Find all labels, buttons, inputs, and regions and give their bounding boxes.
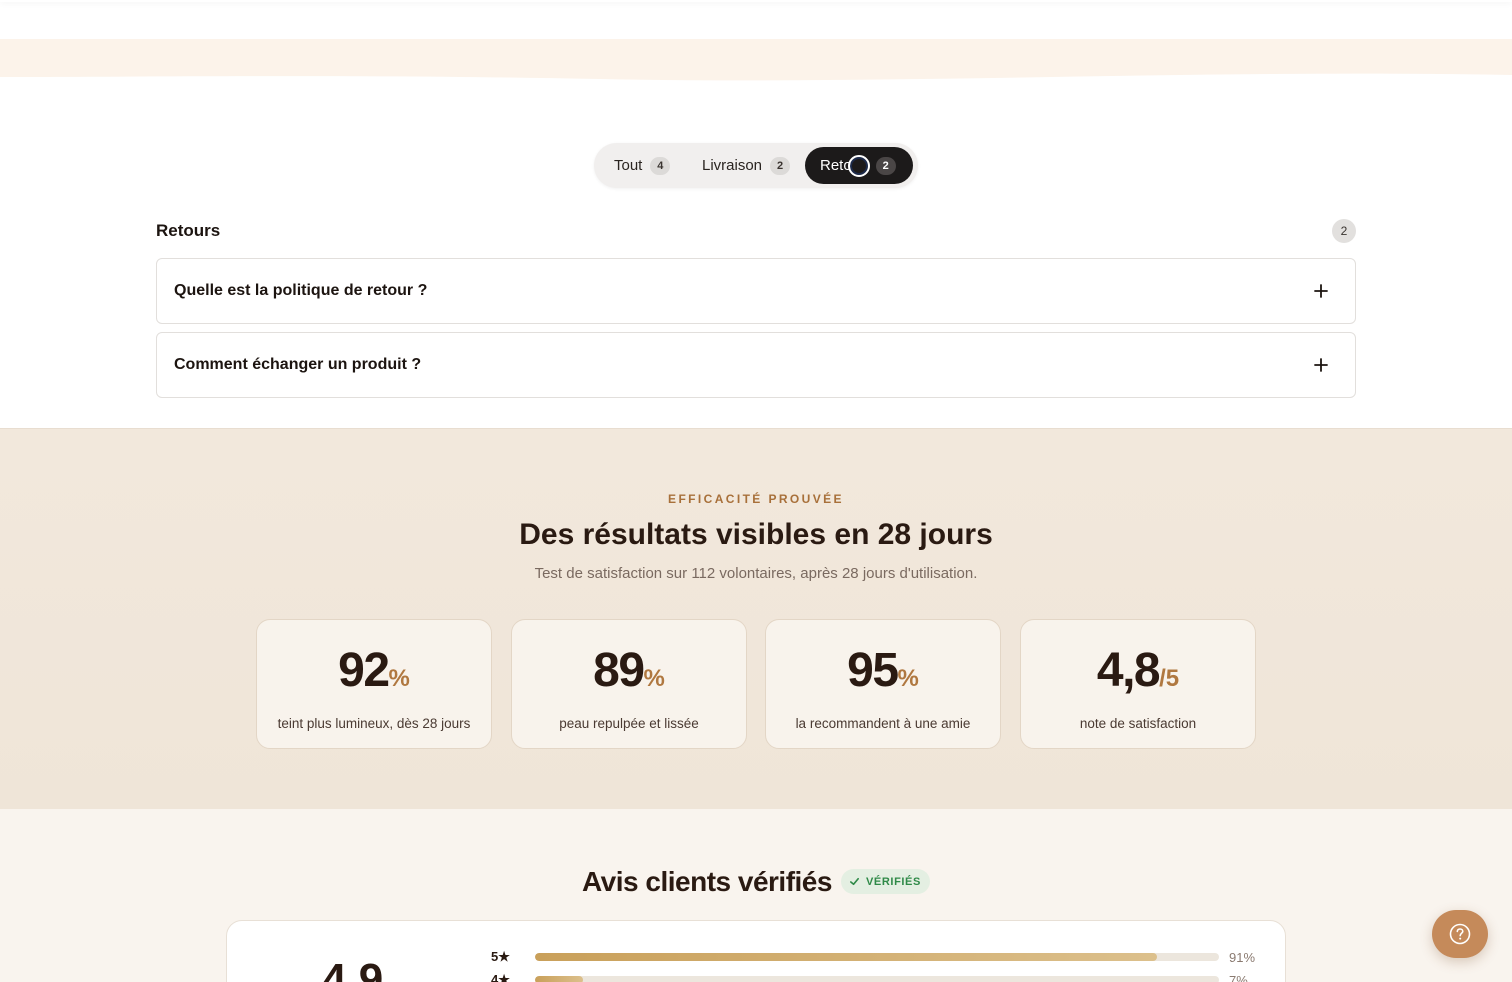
- stat-value: 92%: [338, 644, 410, 697]
- plus-icon: [1314, 358, 1328, 372]
- rating-bar-stars: 4★: [491, 972, 510, 982]
- faq-item[interactable]: Comment échanger un produit ?: [156, 332, 1356, 398]
- faq-count-badge: 2: [1332, 219, 1356, 243]
- tab-count-badge: 2: [770, 156, 791, 175]
- stat-unit: /5: [1159, 665, 1180, 692]
- check-icon: [850, 877, 859, 886]
- rating-bar-stars: 5★: [491, 949, 510, 964]
- tab-label: Reto: [820, 157, 852, 174]
- stat-label: note de satisfaction: [1079, 716, 1197, 731]
- stat-label: teint plus lumineux, dès 28 jours: [277, 716, 471, 731]
- rating-bar-fill: [535, 976, 583, 982]
- tab-tout[interactable]: Tout 4: [614, 147, 694, 184]
- reviews-title: Avis clients vérifiés: [582, 866, 832, 897]
- faq-category-tabs: Tout 4 Livraison 2 Reto 2: [594, 143, 918, 188]
- rating-bar-row: 4★ 7%: [491, 972, 1261, 982]
- stat-card: 95% la recommandent à une amie: [765, 619, 1001, 749]
- stat-card: 89% peau repulpée et lissée: [511, 619, 747, 749]
- rating-summary-card: 4,9 5★ 91% 4★ 7%: [226, 920, 1286, 982]
- faq-question: Quelle est la politique de retour ?: [174, 282, 428, 299]
- tab-label: Tout: [614, 157, 643, 174]
- stat-value: 89%: [593, 644, 665, 697]
- stat-unit: %: [897, 665, 919, 692]
- tab-label: Livraison: [702, 157, 763, 174]
- rating-bar-track: [535, 953, 1219, 961]
- rating-bar-fill: [535, 953, 1158, 961]
- results-eyebrow: EFFICACITÉ PROUVÉE: [668, 492, 844, 506]
- results-section: EFFICACITÉ PROUVÉE Des résultats visible…: [0, 428, 1512, 809]
- reviews-section: Avis clients vérifiés VÉRIFIÉS 4,9 5★ 91…: [0, 809, 1512, 982]
- question-circle-icon: [1449, 923, 1471, 945]
- help-button[interactable]: [1432, 910, 1488, 958]
- results-title: Des résultats visibles en 28 jours: [519, 518, 993, 551]
- verified-badge: VÉRIFIÉS: [841, 869, 930, 894]
- average-rating: 4,9: [322, 955, 384, 982]
- rating-bar-row: 5★ 91%: [491, 949, 1261, 965]
- stat-value: 4,8/5: [1096, 644, 1180, 697]
- rating-bar-percent: 91%: [1229, 949, 1256, 965]
- faq-section-title: Retours: [156, 221, 221, 240]
- stat-card: 4,8/5 note de satisfaction: [1020, 619, 1256, 749]
- cursor-indicator: [848, 155, 870, 177]
- stat-card: 92% teint plus lumineux, dès 28 jours: [256, 619, 492, 749]
- header-shadow: [0, 0, 1512, 2]
- rating-bar-percent: 7%: [1229, 972, 1248, 982]
- faq-question: Comment échanger un produit ?: [174, 356, 422, 373]
- tab-count-badge: 2: [875, 156, 896, 175]
- decorative-wave: [0, 39, 1512, 81]
- stat-unit: %: [388, 665, 410, 692]
- rating-bar-track: [535, 976, 1219, 982]
- stat-label: peau repulpée et lissée: [559, 716, 699, 731]
- tab-livraison[interactable]: Livraison 2: [702, 147, 798, 184]
- stat-label: la recommandent à une amie: [795, 716, 971, 731]
- results-subtitle: Test de satisfaction sur 112 volontaires…: [534, 565, 978, 582]
- faq-item[interactable]: Quelle est la politique de retour ?: [156, 258, 1356, 324]
- stat-unit: %: [643, 665, 665, 692]
- plus-icon: [1314, 284, 1328, 298]
- verified-badge-label: VÉRIFIÉS: [866, 875, 921, 888]
- tab-count-badge: 4: [650, 156, 671, 175]
- stat-value: 95%: [847, 644, 919, 697]
